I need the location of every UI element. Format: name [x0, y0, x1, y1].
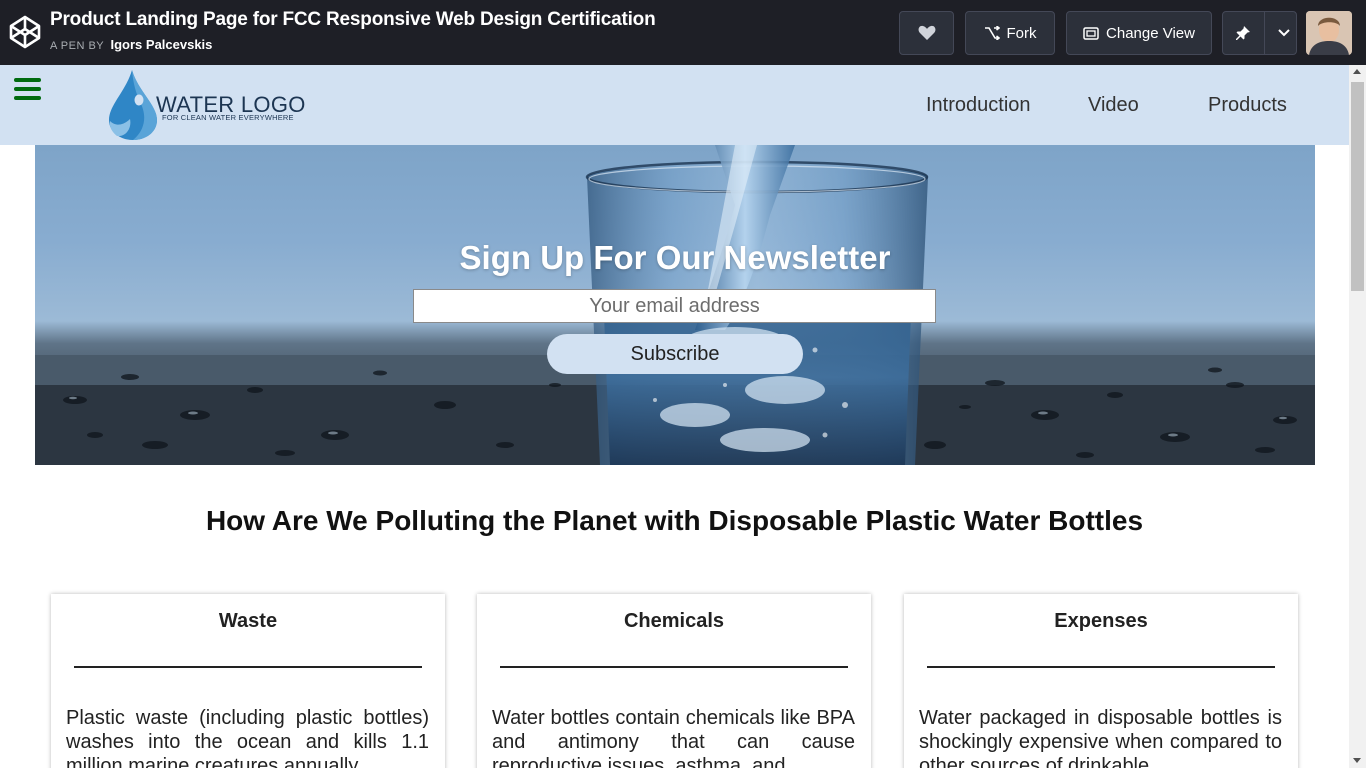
- like-button[interactable]: [899, 11, 954, 55]
- info-card-expenses: Expenses Water packaged in disposable bo…: [904, 594, 1298, 768]
- pen-author-link[interactable]: Igors Palcevskis: [111, 37, 213, 52]
- change-view-icon: [1083, 26, 1099, 40]
- heart-icon: [918, 25, 935, 40]
- section-title: How Are We Polluting the Planet with Dis…: [205, 505, 1144, 536]
- newsletter-title: Sign Up For Our Newsletter: [459, 239, 891, 276]
- avatar-portrait-icon: [1306, 11, 1352, 55]
- pin-dropdown-button[interactable]: [1272, 12, 1296, 54]
- logo-tagline: FOR CLEAN WATER EVERYWHERE: [162, 113, 294, 122]
- chevron-down-icon: [1278, 29, 1290, 37]
- card-title: Expenses: [1054, 610, 1148, 632]
- fork-label: Fork: [1006, 24, 1037, 42]
- change-view-button[interactable]: Change View: [1066, 11, 1212, 55]
- scroll-up-arrow-icon[interactable]: [1353, 69, 1361, 74]
- card-title: Waste: [218, 610, 278, 632]
- subscribe-button[interactable]: Subscribe: [547, 334, 803, 374]
- pen-title: Product Landing Page for FCC Responsive …: [50, 9, 656, 30]
- nav-link-video[interactable]: Video: [1088, 94, 1139, 117]
- codepen-logo-icon[interactable]: [9, 15, 41, 49]
- newsletter-hero: Sign Up For Our Newsletter Subscribe: [35, 145, 1315, 465]
- codepen-header: Product Landing Page for FCC Responsive …: [0, 0, 1366, 65]
- scroll-down-arrow-icon[interactable]: [1353, 758, 1361, 763]
- nav-link-introduction[interactable]: Introduction: [926, 94, 1031, 117]
- site-navbar: WATER LOGO FOR CLEAN WATER EVERYWHERE In…: [0, 65, 1349, 145]
- card-divider: [500, 666, 848, 668]
- site-logo[interactable]: WATER LOGO FOR CLEAN WATER EVERYWHERE: [108, 69, 308, 141]
- info-card-chemicals: Chemicals Water bottles contain chemical…: [477, 594, 871, 768]
- pen-byline: A PEN BY Igors Palcevskis: [50, 37, 212, 52]
- fork-button[interactable]: Fork: [965, 11, 1055, 55]
- user-avatar[interactable]: [1306, 11, 1352, 55]
- change-view-label: Change View: [1106, 24, 1195, 42]
- email-input[interactable]: [413, 289, 936, 323]
- scrollbar-thumb[interactable]: [1351, 82, 1364, 291]
- card-divider: [927, 666, 1275, 668]
- pin-button-group[interactable]: [1222, 11, 1297, 55]
- pin-button[interactable]: [1223, 12, 1265, 54]
- hamburger-menu-icon[interactable]: [14, 78, 41, 100]
- pen-by-label: A PEN BY: [50, 40, 104, 52]
- pin-icon: [1236, 26, 1251, 40]
- card-text: Plastic waste (including plastic bottles…: [66, 707, 429, 768]
- nav-link-products[interactable]: Products: [1208, 94, 1287, 117]
- page-scrollbar[interactable]: [1349, 65, 1366, 768]
- card-text: Water packaged in disposable bottles is …: [919, 707, 1282, 768]
- card-divider: [74, 666, 422, 668]
- card-text: Water bottles contain chemicals like BPA…: [492, 707, 855, 768]
- card-title: Chemicals: [623, 610, 725, 632]
- info-card-waste: Waste Plastic waste (including plastic b…: [51, 594, 445, 768]
- water-drop-icon: [109, 70, 157, 140]
- fork-icon: [984, 26, 1000, 40]
- preview-page: WATER LOGO FOR CLEAN WATER EVERYWHERE In…: [0, 65, 1349, 768]
